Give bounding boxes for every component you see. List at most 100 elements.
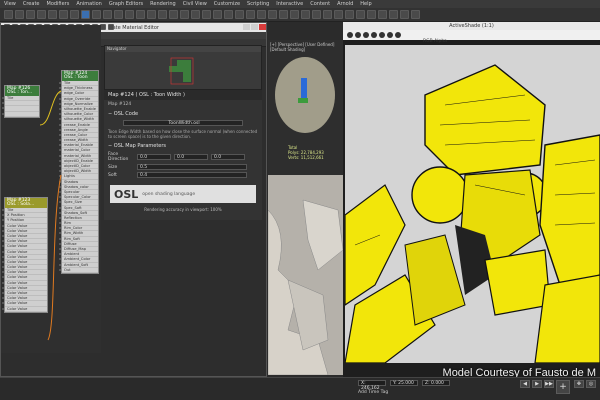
menu-item-create[interactable]: Create	[23, 1, 40, 7]
param-label: Face Direction	[108, 152, 129, 162]
toolbar-button[interactable]	[136, 10, 145, 19]
toolbar-button[interactable]	[92, 10, 101, 19]
toolbar-button[interactable]	[59, 10, 68, 19]
light-sphere	[275, 57, 335, 133]
toolbar-button[interactable]	[158, 10, 167, 19]
activeshade-tool-button[interactable]	[387, 32, 393, 38]
viewport-stats: Total Polys: 22,784,293 Verts: 11,512,661	[288, 145, 324, 160]
toolbar-button[interactable]	[48, 10, 57, 19]
node-wire	[47, 174, 62, 341]
coord-field[interactable]: Y: 25.000	[390, 380, 418, 386]
toolbar-button[interactable]	[290, 10, 299, 19]
activeshade-tool-button[interactable]	[395, 32, 401, 38]
toolbar-button[interactable]	[389, 10, 398, 19]
activeshade-tool-button[interactable]	[355, 32, 361, 38]
toolbar-button[interactable]	[323, 10, 332, 19]
sme-tool-button[interactable]	[108, 24, 114, 30]
play-back-button[interactable]: ◀	[520, 380, 530, 388]
toolbar-button[interactable]	[235, 10, 244, 19]
activeshade-title: ActiveShade (1:1)	[343, 22, 600, 30]
activeshade-tool-button[interactable]	[371, 32, 377, 38]
toolbar-button[interactable]	[103, 10, 112, 19]
add-time-tag[interactable]: Add Time Tag	[358, 390, 388, 395]
menu-item-animation[interactable]: Animation	[76, 1, 102, 7]
toolbar-button[interactable]	[378, 10, 387, 19]
orbit-icon[interactable]: ◎	[586, 380, 596, 388]
menu-item-arnold[interactable]: Arnold	[337, 1, 353, 7]
toolbar-button[interactable]	[26, 10, 35, 19]
zoom-icon[interactable]: +	[556, 380, 570, 394]
toolbar-button[interactable]	[224, 10, 233, 19]
sme-title: Slate Material Editor	[108, 24, 159, 31]
toolbar-button[interactable]	[334, 10, 343, 19]
osl-code-rollout[interactable]: − OSL Code	[104, 109, 262, 119]
minimize-button[interactable]	[243, 24, 250, 30]
menu-item-rendering[interactable]: Rendering	[150, 1, 176, 7]
play-forward-button[interactable]: ▶▶	[544, 380, 554, 388]
top-viewport[interactable]: [+] [Perspective] [User Defined] [Defaul…	[268, 40, 343, 175]
osl-file-button[interactable]: ToonWidth.osl	[123, 120, 243, 126]
toolbar-button[interactable]	[4, 10, 13, 19]
main-menubar: View Create Modifiers Animation Graph Editor…	[0, 0, 600, 8]
coord-field[interactable]: X: 246.162	[358, 380, 386, 391]
toolbar-button[interactable]	[191, 10, 200, 19]
toolbar-button[interactable]	[114, 10, 123, 19]
navigator-panel: Navigator	[104, 45, 262, 90]
viewport-accuracy: Rendering accuracy in viewport: 100%	[144, 207, 222, 212]
toolbar-button[interactable]	[345, 10, 354, 19]
pan-icon[interactable]: ✥	[574, 380, 584, 388]
close-button[interactable]	[259, 24, 266, 30]
toolbar-button[interactable]	[279, 10, 288, 19]
activeshade-toolbar: RGB Alpha	[343, 30, 600, 44]
map-params-label: OSL Map Parameters	[113, 143, 167, 149]
param-spinner[interactable]: 0.0	[174, 154, 208, 160]
navigator-preview[interactable]	[105, 52, 263, 90]
toolbar-button[interactable]	[81, 10, 90, 19]
toolbar-button[interactable]	[356, 10, 365, 19]
param-spinner[interactable]: 0.0	[211, 154, 245, 160]
toolbar-button[interactable]	[37, 10, 46, 19]
node-wires	[39, 90, 62, 341]
activeshade-tool-button[interactable]	[379, 32, 385, 38]
toolbar-button[interactable]	[301, 10, 310, 19]
menu-item-help[interactable]: Help	[360, 1, 371, 7]
toolbar-button[interactable]	[202, 10, 211, 19]
toolbar-button[interactable]	[125, 10, 134, 19]
menu-item-civil-view[interactable]: Civil View	[183, 1, 207, 7]
menu-item-content[interactable]: Content	[310, 1, 330, 7]
channel-select[interactable]: RGB Alpha	[423, 39, 447, 44]
toolbar-button[interactable]	[169, 10, 178, 19]
param-row: Size 0.5	[104, 163, 262, 171]
param-spinner[interactable]: 0.0	[137, 154, 171, 160]
param-row: Soft 0.4	[104, 171, 262, 179]
param-spinner[interactable]: 0.5	[137, 164, 247, 170]
map-params-rollout[interactable]: − OSL Map Parameters	[104, 141, 262, 151]
toolbar-button[interactable]	[180, 10, 189, 19]
activeshade-tool-button[interactable]	[347, 32, 353, 38]
menu-item-view[interactable]: View	[4, 1, 16, 7]
toolbar-button[interactable]	[15, 10, 24, 19]
menu-item-modifiers[interactable]: Modifiers	[47, 1, 70, 7]
menu-item-customize[interactable]: Customize	[214, 1, 240, 7]
toolbar-button[interactable]	[257, 10, 266, 19]
param-spinner[interactable]: 0.4	[137, 172, 247, 178]
toolbar-button[interactable]	[246, 10, 255, 19]
parameter-panel: Map #124 ( OSL : Toon Width ) Map #124 −…	[104, 90, 262, 220]
play-button[interactable]: ▶	[532, 380, 542, 388]
toolbar-button[interactable]	[367, 10, 376, 19]
menu-item-graph-editors[interactable]: Graph Editors	[109, 1, 143, 7]
maximize-button[interactable]	[251, 24, 258, 30]
toolbar-button[interactable]	[411, 10, 420, 19]
node-canvas[interactable]: Map #126 OSL : Ton... Tile Map #124 OSL : …	[1, 25, 101, 353]
menu-item-scripting[interactable]: Scripting	[247, 1, 269, 7]
toolbar-button[interactable]	[312, 10, 321, 19]
toolbar-button[interactable]	[147, 10, 156, 19]
coord-field[interactable]: Z: 0.000	[422, 380, 450, 386]
menu-item-interactive[interactable]: Interactive	[276, 1, 303, 7]
toolbar-button[interactable]	[400, 10, 409, 19]
osl-logo-sub: open shading language	[142, 191, 196, 197]
toolbar-button[interactable]	[70, 10, 79, 19]
activeshade-tool-button[interactable]	[363, 32, 369, 38]
toolbar-button[interactable]	[213, 10, 222, 19]
toolbar-button[interactable]	[268, 10, 277, 19]
